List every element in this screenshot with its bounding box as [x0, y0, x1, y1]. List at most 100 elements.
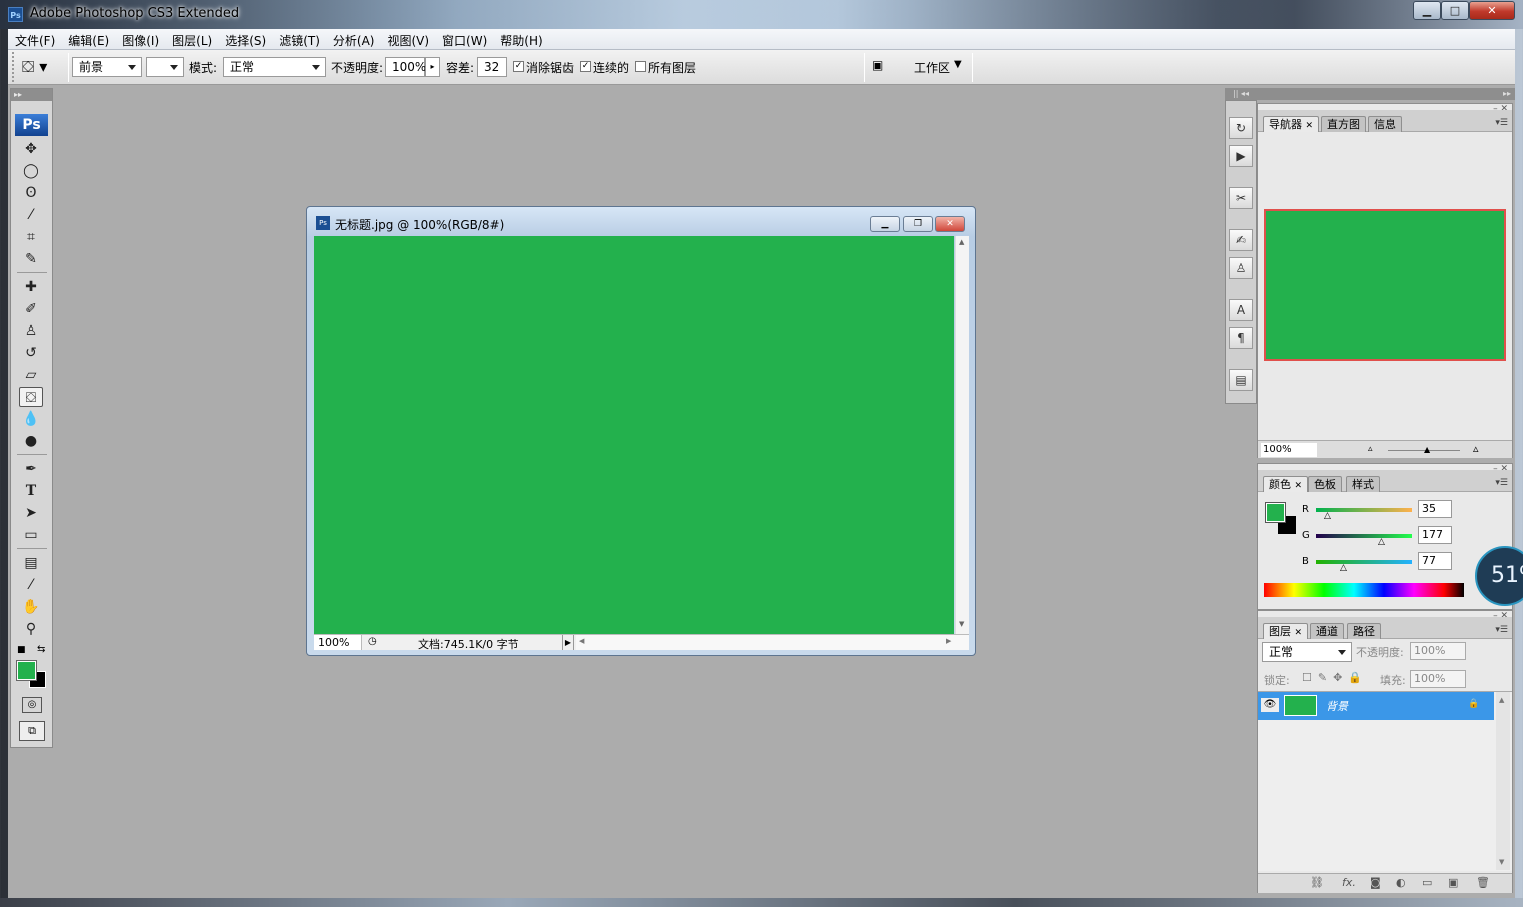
channel-b-slider[interactable] [1316, 560, 1412, 564]
channel-g-slider[interactable] [1316, 534, 1412, 538]
blur-icon[interactable]: 💧 [19, 409, 43, 429]
dodge-icon[interactable]: ● [19, 431, 43, 451]
eyedropper-icon[interactable]: ⁄ [19, 575, 43, 595]
scroll-up-icon[interactable]: ▲ [959, 238, 964, 246]
channel-r-value[interactable]: 35 [1418, 500, 1452, 518]
menu-window[interactable]: 窗口(W) [435, 29, 493, 49]
new-layer-icon[interactable]: ▣ [1448, 876, 1458, 889]
vertical-scrollbar[interactable]: ▲ ▼ [955, 236, 969, 634]
layer-name[interactable]: 背景 [1326, 698, 1348, 714]
foreground-color-swatch[interactable] [16, 660, 37, 681]
layer-opacity-input[interactable]: 100% [1410, 642, 1466, 660]
all-layers-checkbox[interactable] [635, 61, 646, 72]
options-grip[interactable] [12, 52, 20, 82]
menu-filter[interactable]: 滤镜(T) [272, 29, 326, 49]
notes-icon[interactable]: ▤ [19, 553, 43, 573]
mode-select[interactable]: 正常 [223, 57, 326, 77]
menu-view[interactable]: 视图(V) [380, 29, 435, 49]
ps-logo[interactable]: Ps [15, 114, 48, 136]
zoom-icon[interactable]: ⚲ [19, 619, 43, 639]
color-foreground-swatch[interactable] [1265, 502, 1286, 523]
new-group-icon[interactable]: ▭ [1422, 876, 1432, 889]
horizontal-scrollbar[interactable]: ◀ ▶ [576, 635, 969, 650]
fill-source-select[interactable]: 前景 [72, 57, 142, 77]
menu-file[interactable]: 文件(F) [8, 29, 61, 49]
status-menu-arrow-icon[interactable]: ▶ [562, 635, 574, 650]
zoom-in-icon[interactable]: ▵ [1473, 442, 1479, 455]
menu-edit[interactable]: 编辑(E) [61, 29, 115, 49]
doc-close-button[interactable]: ✕ [935, 216, 965, 232]
screen-mode-icon[interactable]: ⧉ [19, 721, 45, 741]
toolbox-grip[interactable]: ▸▸ [11, 89, 52, 101]
hand-icon[interactable]: ✋ [19, 597, 43, 617]
brushes-panel-icon[interactable]: ✍ [1229, 229, 1253, 251]
layer-row[interactable]: 👁 背景 🔒 [1258, 692, 1494, 720]
history-panel-icon[interactable]: ↻ [1229, 117, 1253, 139]
tab-channels[interactable]: 通道 [1310, 623, 1344, 639]
workspace-menu[interactable]: 工作区 [914, 59, 950, 76]
healing-brush-icon[interactable]: ✚ [19, 277, 43, 297]
channel-g-value[interactable]: 177 [1418, 526, 1452, 544]
eye-icon[interactable]: 👁 [1261, 698, 1279, 712]
navigator-preview[interactable] [1264, 209, 1506, 361]
layer-fill-input[interactable]: 100% [1410, 670, 1466, 688]
chevron-down-icon[interactable]: ▼ [954, 59, 962, 70]
character-panel-icon[interactable]: A [1229, 299, 1253, 321]
panel-menu-icon[interactable]: ▾☰ [1495, 478, 1508, 488]
doc-minimize-button[interactable]: ▁ [870, 216, 900, 232]
lock-icons[interactable]: ☐✎✥🔒 [1302, 671, 1368, 684]
path-select-icon[interactable]: ➤ [19, 503, 43, 523]
scroll-left-icon[interactable]: ◀ [579, 637, 584, 645]
tab-swatches[interactable]: 色板 [1308, 476, 1342, 492]
eraser-icon[interactable]: ▱ [19, 365, 43, 385]
navigator-zoom-knob[interactable]: ▲ [1424, 445, 1430, 454]
tab-navigator[interactable]: 导航器 ✕ [1263, 116, 1320, 132]
crop-icon[interactable]: ⌗ [19, 227, 43, 247]
trash-icon[interactable]: 🗑 [1476, 876, 1490, 889]
scroll-down-icon[interactable]: ▼ [959, 620, 964, 628]
color-spectrum-bar[interactable] [1264, 583, 1464, 597]
tab-paths[interactable]: 路径 [1347, 623, 1381, 639]
scroll-down-icon[interactable]: ▼ [1499, 858, 1504, 866]
zoom-out-icon[interactable]: ▵ [1368, 444, 1373, 454]
lasso-icon[interactable]: ʘ [19, 183, 43, 203]
adjustment-layer-icon[interactable]: ◐ [1396, 876, 1406, 889]
opacity-input[interactable]: 100% [385, 57, 426, 77]
pen-icon[interactable]: ✒ [19, 459, 43, 479]
history-brush-icon[interactable]: ↺ [19, 343, 43, 363]
anti-alias-checkbox[interactable]: ✓ [513, 61, 524, 72]
paragraph-panel-icon[interactable]: ¶ [1229, 327, 1253, 349]
panel-menu-icon[interactable]: ▾☰ [1495, 625, 1508, 635]
menu-image[interactable]: 图像(I) [115, 29, 165, 49]
tab-styles[interactable]: 样式 [1346, 476, 1380, 492]
status-icon[interactable]: ◷ [368, 636, 377, 647]
menu-help[interactable]: 帮助(H) [493, 29, 548, 49]
paint-bucket-icon[interactable]: ⛋ ▾ [22, 56, 62, 78]
tab-histogram[interactable]: 直方图 [1321, 116, 1366, 132]
link-layers-icon[interactable]: ⛓ [1310, 876, 1324, 889]
panel-menu-icon[interactable]: ▾☰ [1495, 118, 1508, 128]
clone-stamp-icon[interactable]: ♙ [19, 321, 43, 341]
move-icon[interactable]: ✥ [19, 139, 43, 159]
maximize-button[interactable]: □ [1441, 1, 1469, 20]
blend-mode-select[interactable]: 正常 [1262, 642, 1352, 662]
rectangle-icon[interactable]: ▭ [19, 525, 43, 545]
slice-icon[interactable]: ✎ [19, 249, 43, 269]
channel-r-knob[interactable]: △ [1324, 512, 1331, 521]
layer-mask-icon[interactable]: ◙ [1370, 876, 1381, 889]
magic-wand-icon[interactable]: ⁄ [19, 205, 43, 225]
opacity-slider-button[interactable]: ▸ [425, 57, 440, 77]
dock-grip[interactable]: || ◂◂ ▸▸ [1225, 88, 1515, 100]
doc-restore-button[interactable]: ❐ [903, 216, 933, 232]
channel-b-knob[interactable]: △ [1340, 564, 1347, 573]
canvas[interactable] [314, 236, 954, 634]
clone-source-icon[interactable]: ♙ [1229, 257, 1253, 279]
zoom-field[interactable]: 100% [314, 635, 362, 650]
paint-bucket-icon[interactable]: ⛋ [19, 387, 43, 407]
tolerance-input[interactable]: 32 [477, 57, 507, 77]
menu-analysis[interactable]: 分析(A) [326, 29, 381, 49]
minimize-button[interactable]: ▁ [1413, 1, 1441, 20]
actions-panel-icon[interactable]: ▶ [1229, 145, 1253, 167]
swap-colors-icon[interactable]: ⇆ [37, 644, 45, 655]
default-colors-icon[interactable]: ■ [17, 645, 26, 655]
